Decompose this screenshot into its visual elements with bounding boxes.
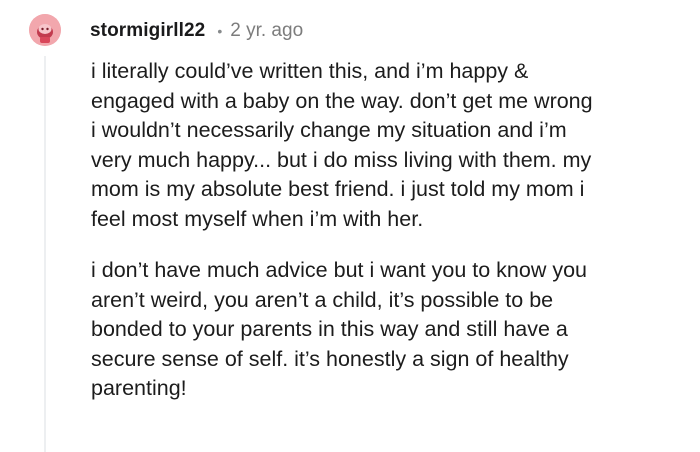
- separator-dot: •: [217, 23, 223, 39]
- comment-age: 2 yr. ago: [230, 20, 304, 41]
- comment-paragraph-1: i literally could’ve written this, and i…: [91, 59, 593, 231]
- comment-meta: stormigirll22 • 2 yr. ago: [90, 19, 303, 43]
- comment-body: i literally could’ve written this, and i…: [91, 57, 666, 404]
- comment: stormigirll22 • 2 yr. ago i literally co…: [0, 0, 700, 452]
- username-link[interactable]: stormigirll22: [90, 20, 205, 42]
- comment-paragraph-2: i don’t have much advice but i want you …: [91, 258, 587, 400]
- thread-line[interactable]: [44, 56, 46, 452]
- snoo-avatar-icon: [29, 14, 61, 46]
- avatar[interactable]: [29, 14, 61, 46]
